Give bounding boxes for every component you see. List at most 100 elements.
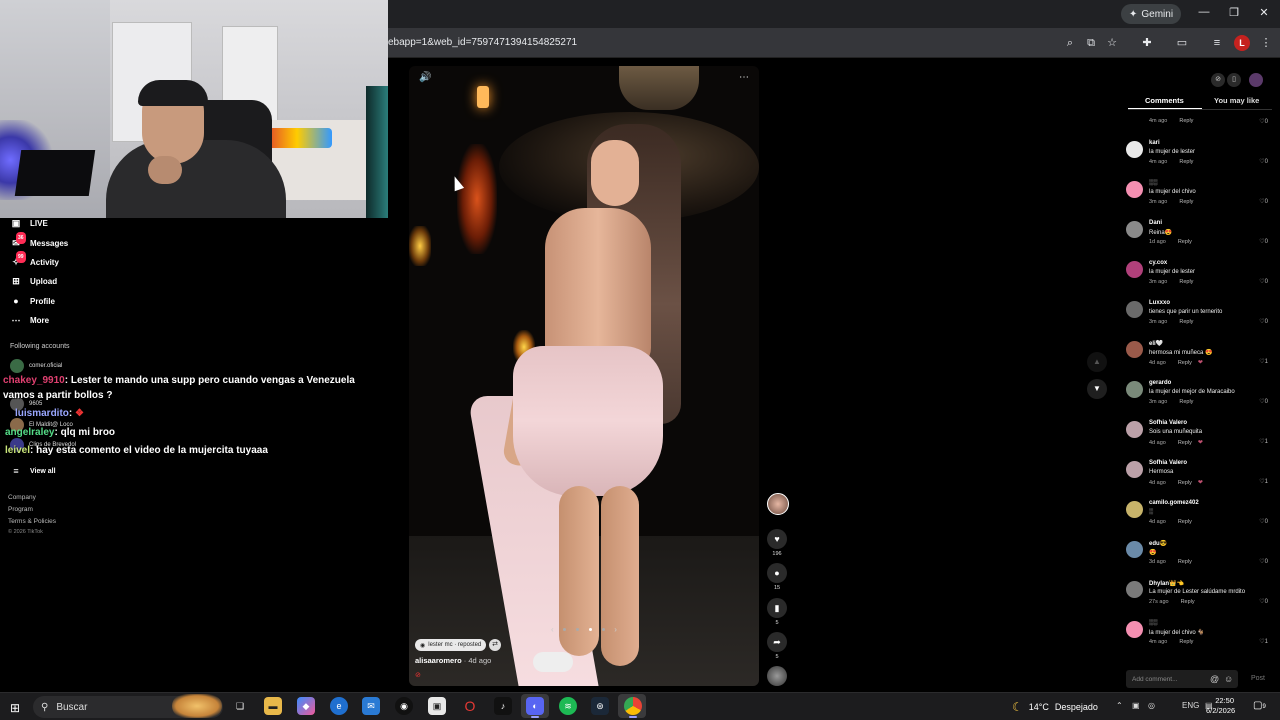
emoji-icon[interactable]: ☺ (1224, 674, 1233, 684)
nav-profile[interactable]: ● Profile (10, 295, 55, 307)
prev-arrow-icon[interactable]: ‹ (551, 625, 554, 634)
opera-icon[interactable]: O (461, 697, 479, 715)
comment-like-button[interactable]: ♡0 (1259, 518, 1268, 525)
discord-icon[interactable]: ◐ (526, 697, 544, 715)
spotify-icon[interactable]: ≋ (559, 697, 577, 715)
comment-username[interactable]: kari (1149, 140, 1160, 146)
nav-live[interactable]: ▣ LIVE (10, 217, 48, 229)
avatar[interactable] (1126, 141, 1143, 158)
edge-icon[interactable]: e (330, 697, 348, 715)
comment-like-button[interactable]: ♡0 (1259, 598, 1268, 605)
obs-icon[interactable]: ◉ (395, 697, 413, 715)
comment-like-button[interactable]: ♡1 (1259, 438, 1268, 445)
comment-username[interactable]: cy.cox (1149, 260, 1167, 266)
steam-icon[interactable]: ⊛ (591, 697, 609, 715)
post-button[interactable]: Post (1251, 675, 1265, 682)
following-account[interactable]: comer.oficial (10, 359, 62, 373)
user-avatar[interactable] (1249, 73, 1263, 87)
comment-username[interactable]: Sofhia Valero (1149, 420, 1187, 426)
comment-like-button[interactable]: ♡0 (1259, 558, 1268, 565)
avatar[interactable] (1126, 381, 1143, 398)
reply-button[interactable]: Reply (1178, 519, 1192, 525)
extensions-icon[interactable]: ✚ (1139, 35, 1155, 51)
comment-username[interactable]: Dhylan👑👈 (1149, 580, 1184, 587)
comment-username[interactable]: Luxxxo (1149, 300, 1170, 306)
zoom-icon[interactable]: ⌕ (1062, 35, 1078, 51)
reply-button[interactable]: Reply (1179, 199, 1193, 205)
avatar[interactable] (1126, 461, 1143, 478)
reply-button[interactable]: Reply (1179, 159, 1193, 165)
reply-button[interactable]: Reply (1178, 559, 1192, 565)
block-icon[interactable]: ⊘ (1211, 73, 1225, 87)
chrome-icon[interactable] (624, 697, 642, 715)
gemini-button[interactable]: ✦ Gemini (1121, 4, 1182, 24)
windows-start-icon[interactable]: ⊞ (10, 701, 20, 715)
avatar[interactable] (1126, 341, 1143, 358)
comment-username[interactable]: camilo.gomez402 (1149, 500, 1199, 506)
video-player[interactable]: 🔊 ⋯ ‹ › ◉ lester mc · reposted ⇄ alisaaro… (409, 66, 759, 686)
outlook-icon[interactable]: ✉ (362, 697, 380, 715)
tiktok-icon[interactable]: ♪ (494, 697, 512, 715)
profile-avatar[interactable]: L (1234, 35, 1250, 51)
comment-like-button[interactable]: ♡0 (1259, 278, 1268, 285)
copilot-icon[interactable]: ◆ (297, 697, 315, 715)
reply-button[interactable]: Reply (1179, 639, 1193, 645)
file-explorer-icon[interactable]: ▬ (264, 697, 282, 715)
install-app-icon[interactable]: ⧉ (1083, 35, 1099, 51)
more-options-icon[interactable]: ⋯ (739, 72, 749, 83)
store-icon[interactable]: ▣ (428, 697, 446, 715)
music-disc-icon[interactable] (767, 666, 787, 686)
nav-upload[interactable]: ⊞ Upload (10, 275, 57, 287)
menu-kebab-icon[interactable]: ⋮ (1258, 35, 1274, 51)
nav-more[interactable]: ⋯ More (10, 314, 50, 326)
comment-username[interactable]: eli🤍 (1149, 340, 1163, 347)
avatar[interactable] (1126, 181, 1143, 198)
avatar[interactable] (1126, 221, 1143, 238)
comment-like-button[interactable]: ♡0 (1259, 238, 1268, 245)
comment-username[interactable]: ░░ (1149, 620, 1158, 626)
avatar[interactable] (1126, 541, 1143, 558)
reply-button[interactable]: Reply (1178, 480, 1192, 486)
avatar[interactable] (1126, 421, 1143, 438)
comment-like-button[interactable]: ♡0 (1259, 158, 1268, 165)
comment-username[interactable]: edu😎 (1149, 540, 1167, 547)
footer-terms-link[interactable]: Terms & Policies (8, 518, 56, 525)
picture-in-picture-icon[interactable]: ▯ (1227, 73, 1241, 87)
next-video-button[interactable]: ▼ (1087, 379, 1107, 399)
mention-icon[interactable]: @ (1210, 674, 1219, 684)
reply-button[interactable]: Reply (1178, 440, 1192, 446)
view-all-link[interactable]: ≡ View all (10, 465, 55, 477)
tray-overflow-icon[interactable]: ⌃ (1116, 701, 1123, 710)
reply-button[interactable]: Reply (1179, 399, 1193, 405)
avatar[interactable] (1126, 301, 1143, 318)
comment-like-button[interactable]: ♡0 (1259, 118, 1268, 125)
volume-icon[interactable]: 🔊 (419, 72, 431, 83)
nav-activity[interactable]: ✧ 99 Activity (10, 251, 59, 268)
language-indicator[interactable]: ENG (1182, 701, 1199, 710)
photo-carousel-dots[interactable]: ‹ › (551, 624, 617, 634)
save-button[interactable]: ▮ 5 (767, 598, 787, 626)
media-control-icon[interactable]: ≡ (1209, 35, 1225, 51)
notification-icon[interactable]: ▢9 (1253, 700, 1266, 711)
comment-username[interactable]: gerardo (1149, 380, 1171, 386)
reply-button[interactable]: Reply (1179, 279, 1193, 285)
reply-button[interactable]: Reply (1178, 360, 1192, 366)
video-author[interactable]: alisaaromero · 4d ago (415, 656, 491, 665)
add-comment-input[interactable]: Add comment... (1126, 670, 1238, 688)
weather-widget[interactable]: ☾ 14°C Despejado (1012, 700, 1098, 714)
reply-button[interactable]: Reply (1178, 239, 1192, 245)
minimize-button[interactable]: — (1194, 6, 1214, 18)
share-button[interactable]: ➦ 5 (767, 632, 787, 660)
reply-button[interactable]: Reply (1179, 319, 1193, 325)
comment-username[interactable]: Sofhia Valero (1149, 460, 1187, 466)
tab-you-may-like[interactable]: You may like (1214, 96, 1259, 105)
comment-button[interactable]: ● 15 (767, 563, 787, 591)
avatar[interactable] (1126, 261, 1143, 278)
bookmark-star-icon[interactable]: ☆ (1104, 35, 1120, 51)
repost-toggle-icon[interactable]: ⇄ (489, 639, 501, 651)
url-text[interactable]: ebapp=1&web_id=7597471394154825271 (388, 37, 577, 48)
reply-button[interactable]: Reply (1181, 599, 1195, 605)
tab-comments[interactable]: Comments (1145, 96, 1184, 105)
tray-app-icon[interactable]: ▣ (1132, 701, 1140, 710)
comment-username[interactable]: Dani (1149, 220, 1162, 226)
